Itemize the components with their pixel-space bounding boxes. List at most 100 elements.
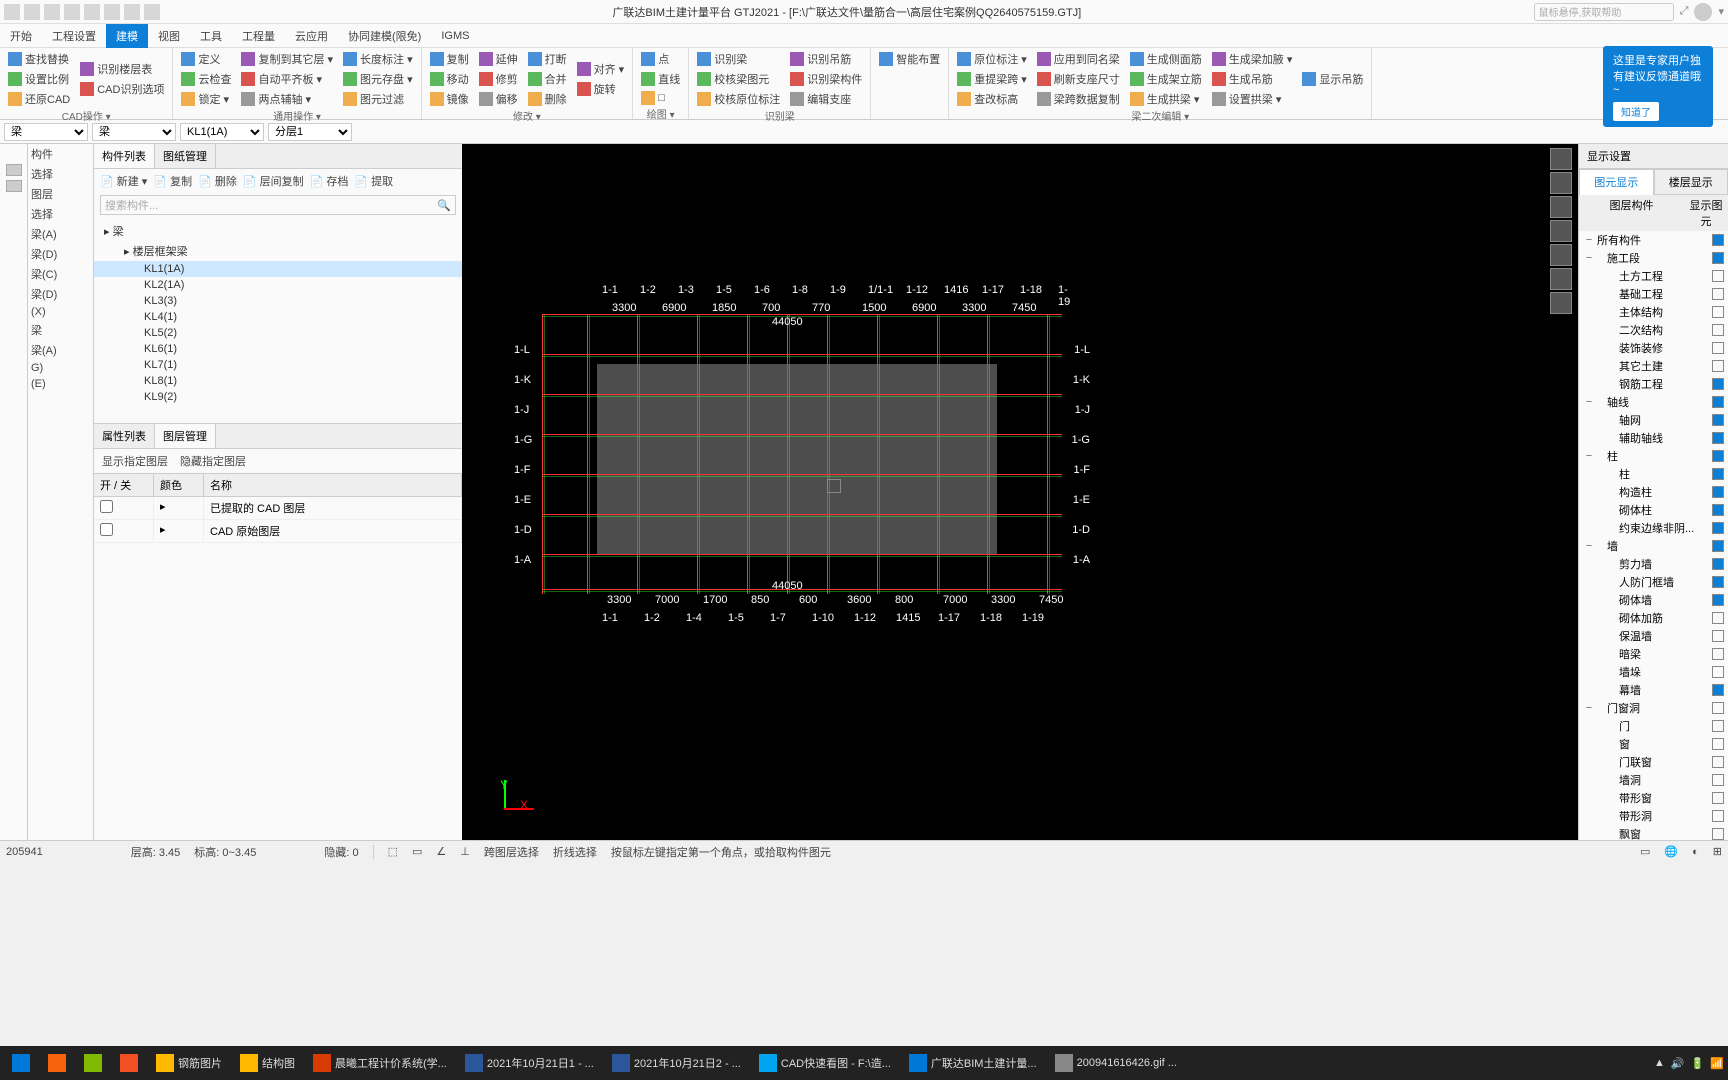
visibility-checkbox[interactable] [1712, 288, 1724, 300]
display-row[interactable]: 墙垛 [1579, 663, 1728, 681]
visibility-checkbox[interactable] [1712, 792, 1724, 804]
visibility-checkbox[interactable] [1712, 432, 1724, 444]
display-row[interactable]: 二次结构 [1579, 321, 1728, 339]
taskbar-item[interactable]: 晨曦工程计价系统(学... [305, 1049, 455, 1077]
taskbar-item[interactable]: 钢筋图片 [148, 1049, 230, 1077]
ribbon-btn[interactable]: 识别楼层表 [78, 60, 166, 78]
ribbon-btn[interactable]: 梁跨数据复制 [1035, 90, 1122, 108]
qat-icon[interactable] [124, 4, 140, 20]
ribbon-btn[interactable]: □ [639, 90, 682, 106]
ribbon-btn[interactable]: 合并 [526, 70, 569, 88]
component-tool[interactable]: 📄 提取 [354, 173, 393, 189]
left-item[interactable]: 梁(A) [28, 340, 93, 360]
ribbon-btn[interactable]: 查改标高 [955, 90, 1029, 108]
display-row[interactable]: 带形窗 [1579, 789, 1728, 807]
qat-icon[interactable] [144, 4, 160, 20]
menu-3[interactable]: 视图 [148, 24, 190, 48]
status-right-icon[interactable]: ▭ [1640, 845, 1650, 858]
visibility-checkbox[interactable] [1712, 342, 1724, 354]
taskbar-item[interactable]: 200941616426.gif ... [1047, 1049, 1185, 1077]
selector-type[interactable]: 梁 [92, 123, 176, 141]
display-row[interactable]: −施工段 [1579, 249, 1728, 267]
menu-7[interactable]: 协同建模(限免) [338, 24, 431, 48]
display-row[interactable]: −轴线 [1579, 393, 1728, 411]
display-row[interactable]: 门联窗 [1579, 753, 1728, 771]
taskbar-item[interactable]: CAD快速看图 - F:\造... [751, 1049, 899, 1077]
taskbar-item[interactable] [76, 1049, 110, 1077]
display-row[interactable]: 轴网 [1579, 411, 1728, 429]
tab-drawing-mgmt[interactable]: 图纸管理 [155, 144, 216, 168]
display-row[interactable]: 土方工程 [1579, 267, 1728, 285]
ribbon-btn[interactable]: 旋转 [575, 80, 627, 98]
status-tool-icon[interactable]: ⊥ [460, 845, 470, 858]
tree-node[interactable]: KL2(1A) [94, 277, 462, 293]
status-right-icon[interactable]: ⊞ [1713, 845, 1722, 858]
ribbon-btn[interactable]: 直线 [639, 70, 682, 88]
ribbon-btn[interactable]: 显示吊筋 [1300, 70, 1365, 88]
taskbar-item[interactable]: 结构图 [232, 1049, 303, 1077]
tree-node[interactable]: ▸ 楼层框架梁 [94, 241, 462, 261]
visibility-checkbox[interactable] [1712, 378, 1724, 390]
ribbon-btn[interactable]: 应用到同名梁 [1035, 50, 1122, 68]
polyline-select[interactable]: 折线选择 [553, 844, 597, 860]
ribbon-btn[interactable]: 识别吊筋 [788, 50, 864, 68]
visibility-checkbox[interactable] [1712, 486, 1724, 498]
visibility-checkbox[interactable] [1712, 648, 1724, 660]
left-item[interactable]: G) [28, 360, 93, 376]
ribbon-btn[interactable]: 偏移 [477, 90, 520, 108]
display-row[interactable]: 辅助轴线 [1579, 429, 1728, 447]
expand-icon[interactable]: − [1583, 540, 1595, 552]
menu-5[interactable]: 工程量 [232, 24, 285, 48]
expand-icon[interactable]: − [1583, 252, 1595, 264]
view-tool-icon[interactable] [1550, 196, 1572, 218]
ribbon-btn[interactable]: 延伸 [477, 50, 520, 68]
help-search[interactable]: 鼠标悬停,获取帮助 [1534, 3, 1674, 21]
layer-checkbox[interactable] [100, 500, 113, 513]
selector-layer[interactable]: 分层1 [268, 123, 352, 141]
tray-icon[interactable]: 🔋 [1691, 1057, 1705, 1070]
ribbon-btn[interactable]: 设置拱梁 ▾ [1210, 90, 1295, 108]
view-tool-icon[interactable] [1550, 172, 1572, 194]
expand-icon[interactable]: − [1583, 450, 1595, 462]
visibility-checkbox[interactable] [1712, 702, 1724, 714]
ribbon-btn[interactable]: 复制 [428, 50, 471, 68]
display-row[interactable]: 砌体柱 [1579, 501, 1728, 519]
tree-node[interactable]: KL3(3) [94, 293, 462, 309]
ribbon-btn[interactable]: 定义 [179, 50, 233, 68]
ribbon-btn[interactable]: 镜像 [428, 90, 471, 108]
ribbon-btn[interactable]: 两点辅轴 ▾ [239, 90, 335, 108]
ribbon-btn[interactable]: 云检查 [179, 70, 233, 88]
visibility-checkbox[interactable] [1712, 306, 1724, 318]
visibility-checkbox[interactable] [1712, 738, 1724, 750]
qat-icon[interactable] [24, 4, 40, 20]
left-item[interactable]: 图层 [28, 184, 93, 204]
view-tool-icon[interactable] [1550, 220, 1572, 242]
visibility-checkbox[interactable] [1712, 576, 1724, 588]
visibility-checkbox[interactable] [1712, 630, 1724, 642]
display-row[interactable]: 装饰装修 [1579, 339, 1728, 357]
ribbon-btn[interactable]: 修剪 [477, 70, 520, 88]
ribbon-btn[interactable]: 原位标注 ▾ [955, 50, 1029, 68]
visibility-checkbox[interactable] [1712, 666, 1724, 678]
visibility-checkbox[interactable] [1712, 360, 1724, 372]
visibility-checkbox[interactable] [1712, 810, 1724, 822]
visibility-checkbox[interactable] [1712, 684, 1724, 696]
display-row[interactable]: 钢筋工程 [1579, 375, 1728, 393]
visibility-checkbox[interactable] [1712, 774, 1724, 786]
taskbar-item[interactable] [40, 1049, 74, 1077]
component-tool[interactable]: 📄 新建 ▾ [100, 173, 147, 189]
tip-ok-button[interactable]: 知道了 [1613, 102, 1659, 121]
tray-icon[interactable]: ▲ [1654, 1057, 1665, 1069]
visibility-checkbox[interactable] [1712, 468, 1724, 480]
status-tool-icon[interactable]: ∠ [436, 845, 446, 858]
display-row[interactable]: −所有构件 [1579, 231, 1728, 249]
ribbon-btn[interactable]: 重提梁跨 ▾ [955, 70, 1029, 88]
tab-floor-display[interactable]: 楼层显示 [1654, 169, 1728, 195]
drawing-canvas[interactable]: 1-11-21-31-51-61-81-91/1-11-1214161-171-… [462, 144, 1578, 840]
ribbon-btn[interactable]: 识别梁构件 [788, 70, 864, 88]
tree-node[interactable]: KL4(1) [94, 309, 462, 325]
ribbon-btn[interactable]: 生成吊筋 [1210, 70, 1295, 88]
tree-node[interactable]: KL1(1A) [94, 261, 462, 277]
visibility-checkbox[interactable] [1712, 504, 1724, 516]
display-row[interactable]: 砌体加筋 [1579, 609, 1728, 627]
